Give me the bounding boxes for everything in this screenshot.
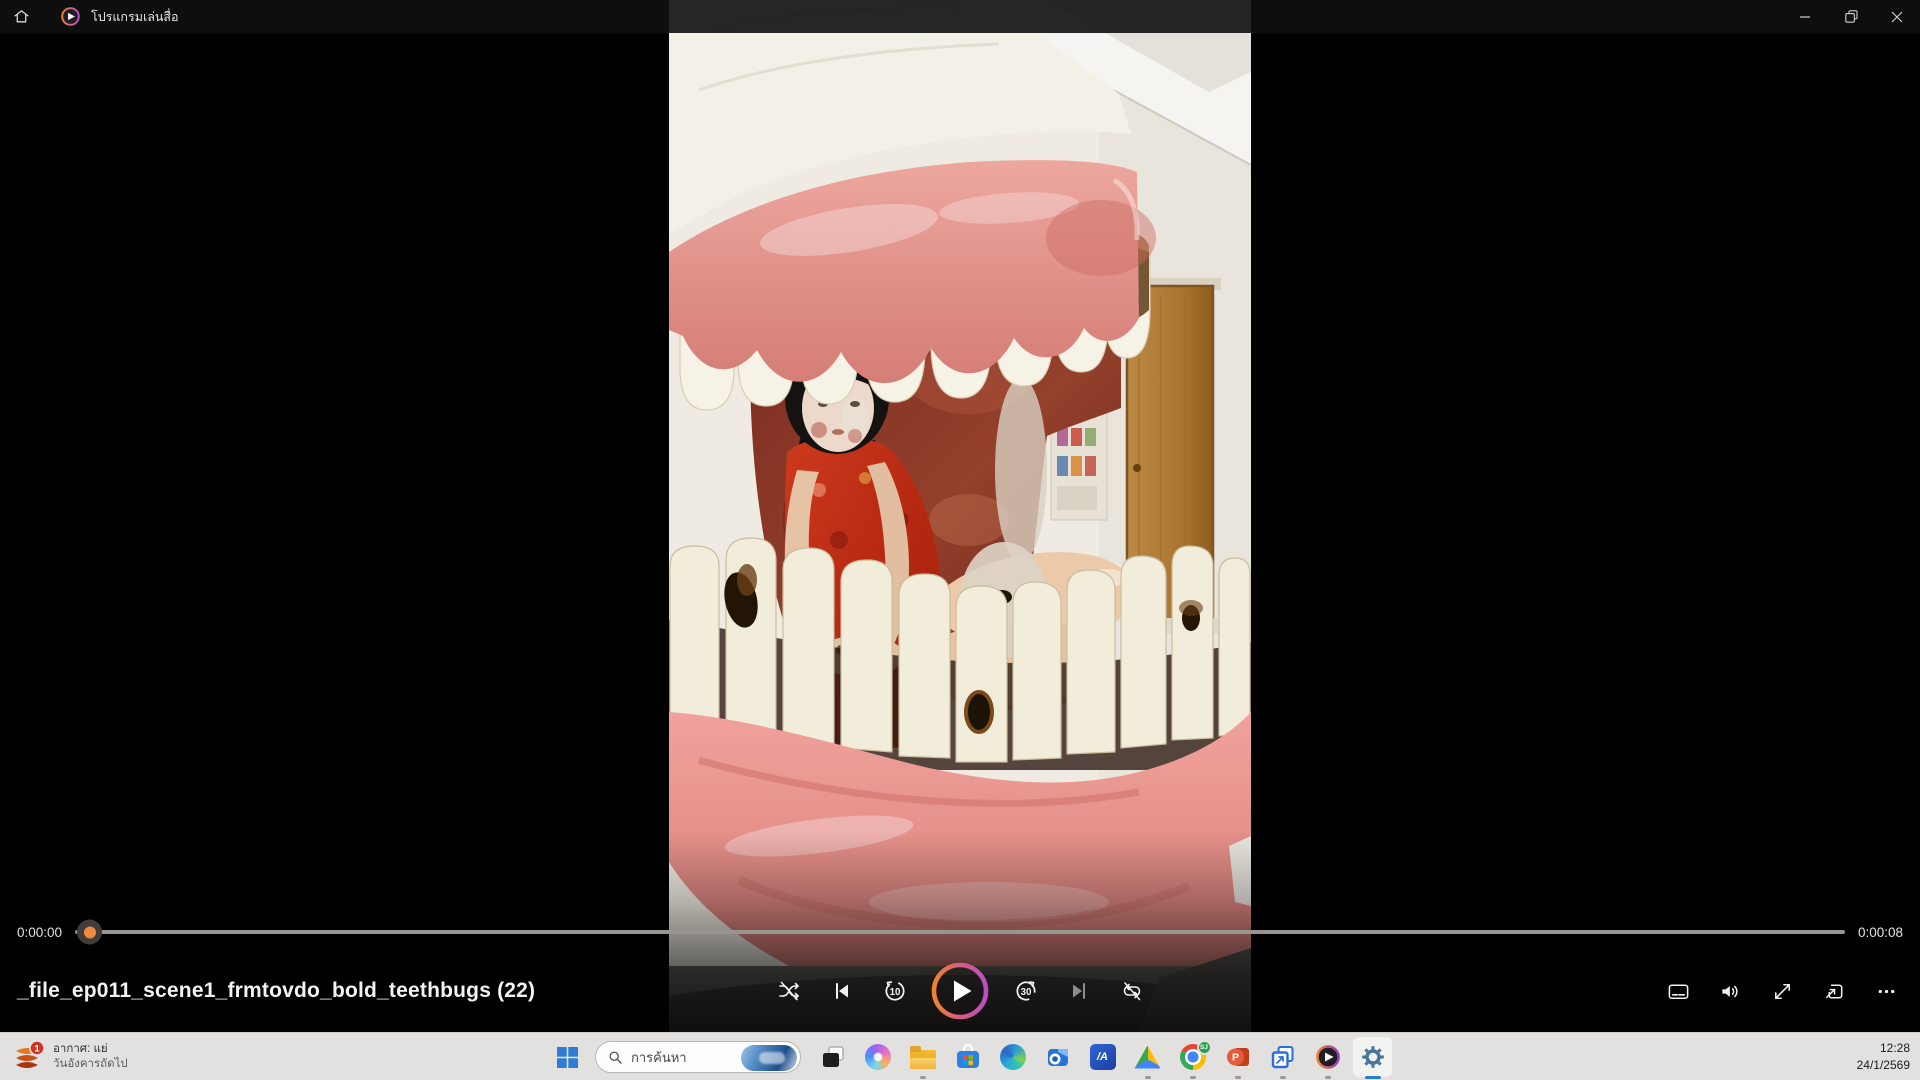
task-view-icon [820, 1044, 846, 1070]
media-player-app-icon [60, 6, 81, 27]
repeat-button[interactable] [1110, 968, 1153, 1014]
seek-knob[interactable] [77, 920, 102, 945]
taskbar-search[interactable] [595, 1041, 801, 1073]
media-title: _file_ep011_scene1_frmtovdo_bold_teethbu… [17, 958, 535, 1024]
skip-forward-button[interactable]: 30 [1004, 968, 1047, 1014]
volume-button[interactable] [1709, 968, 1752, 1014]
outlook-button[interactable] [1035, 1033, 1080, 1080]
fullscreen-icon [1771, 980, 1794, 1003]
media-player-taskbar-button[interactable] [1305, 1033, 1350, 1080]
chrome-icon: SJ [1180, 1044, 1206, 1070]
play-icon [930, 961, 990, 1021]
weather-condition: อากาศ: แย่ [53, 1042, 128, 1057]
titlebar: โปรแกรมเล่นสื่อ [0, 0, 1920, 33]
powerpoint-button[interactable]: P [1215, 1033, 1260, 1080]
blue-squares-app-icon [1270, 1044, 1296, 1070]
transport-controls: 10 30 [767, 958, 1153, 1024]
outlook-icon [1045, 1044, 1071, 1070]
settings-button[interactable] [1350, 1033, 1395, 1080]
blue-a-app-label: /A [1097, 1051, 1108, 1063]
subtitles-button[interactable] [1657, 968, 1700, 1014]
start-button[interactable] [548, 1033, 586, 1080]
next-track-button[interactable] [1057, 968, 1100, 1014]
weather-forecast: วันอังคารถัดไป [53, 1057, 128, 1072]
shuffle-off-icon [777, 979, 801, 1003]
media-player-icon [1315, 1044, 1341, 1070]
home-icon [13, 8, 30, 25]
previous-track-button[interactable] [820, 968, 863, 1014]
blue-a-app-icon: /A [1090, 1044, 1116, 1070]
previous-track-icon [830, 979, 854, 1003]
chrome-profile-badge: SJ [1197, 1040, 1212, 1055]
microsoft-store-button[interactable] [945, 1033, 990, 1080]
google-drive-icon [1135, 1046, 1161, 1069]
repeat-off-icon [1120, 979, 1144, 1003]
restore-button[interactable] [1828, 0, 1874, 33]
copilot-icon [865, 1044, 891, 1070]
skip-back-button[interactable]: 10 [873, 968, 916, 1014]
mini-player-button[interactable] [1813, 968, 1856, 1014]
search-icon [608, 1050, 623, 1065]
seek-row: 0:00:00 0:00:08 [0, 916, 1920, 948]
elapsed-time: 0:00:00 [17, 925, 62, 940]
settings-gear-icon [1361, 1045, 1385, 1069]
taskbar: 1 อากาศ: แย่ วันอังคารถัดไป [0, 1032, 1920, 1080]
close-icon [1891, 11, 1903, 23]
svg-text:1: 1 [34, 1043, 40, 1054]
task-view-button[interactable] [810, 1033, 855, 1080]
blue-a-app-button[interactable]: /A [1080, 1033, 1125, 1080]
home-button[interactable] [0, 0, 42, 33]
settings-active-indicator [1365, 1076, 1381, 1079]
secondary-controls [1657, 958, 1908, 1024]
svg-text:P: P [1231, 1052, 1238, 1064]
microsoft-store-icon [955, 1044, 981, 1070]
blue-squares-app-button[interactable] [1260, 1033, 1305, 1080]
subtitles-icon [1667, 980, 1690, 1003]
edge-button[interactable] [990, 1033, 1035, 1080]
copilot-button[interactable] [855, 1033, 900, 1080]
play-button[interactable] [930, 961, 990, 1021]
more-options-icon [1875, 980, 1898, 1003]
weather-widget[interactable]: 1 อากาศ: แย่ วันอังคารถัดไป [12, 1033, 128, 1080]
clock-time: 12:28 [1857, 1040, 1910, 1057]
svg-text:10: 10 [889, 987, 900, 998]
control-bar: _file_ep011_scene1_frmtovdo_bold_teethbu… [0, 958, 1920, 1024]
google-drive-button[interactable] [1125, 1033, 1170, 1080]
file-explorer-button[interactable] [900, 1033, 945, 1080]
chrome-button[interactable]: SJ [1170, 1033, 1215, 1080]
fullscreen-button[interactable] [1761, 968, 1804, 1014]
taskbar-clock[interactable]: 12:28 24/1/2569 [1857, 1033, 1910, 1080]
skip-forward-30-icon: 30 [1013, 978, 1039, 1004]
powerpoint-icon: P [1225, 1044, 1251, 1070]
app-title: โปรแกรมเล่นสื่อ [91, 7, 179, 27]
restore-icon [1845, 10, 1858, 23]
edge-icon [1000, 1044, 1026, 1070]
duration-time: 0:00:08 [1858, 925, 1903, 940]
search-input[interactable] [631, 1050, 741, 1065]
file-explorer-icon [910, 1050, 936, 1069]
close-button[interactable] [1874, 0, 1920, 33]
shuffle-button[interactable] [767, 968, 810, 1014]
weather-haze-icon: 1 [12, 1041, 44, 1073]
minimize-button[interactable] [1782, 0, 1828, 33]
start-icon [557, 1047, 578, 1068]
media-player-window: โปรแกรมเล่นสื่อ 0:00:00 0:00:08 _file_ [0, 0, 1920, 1080]
taskbar-center: /A SJ P [548, 1033, 1395, 1080]
clock-date: 24/1/2569 [1857, 1057, 1910, 1074]
svg-text:30: 30 [1020, 987, 1031, 998]
minimize-icon [1799, 11, 1811, 23]
volume-icon [1719, 980, 1742, 1003]
bing-daily-image[interactable] [741, 1045, 797, 1071]
mini-player-icon [1823, 980, 1846, 1003]
more-options-button[interactable] [1865, 968, 1908, 1014]
next-track-icon [1067, 979, 1091, 1003]
skip-back-10-icon: 10 [882, 978, 908, 1004]
seek-bar[interactable] [75, 930, 1845, 935]
